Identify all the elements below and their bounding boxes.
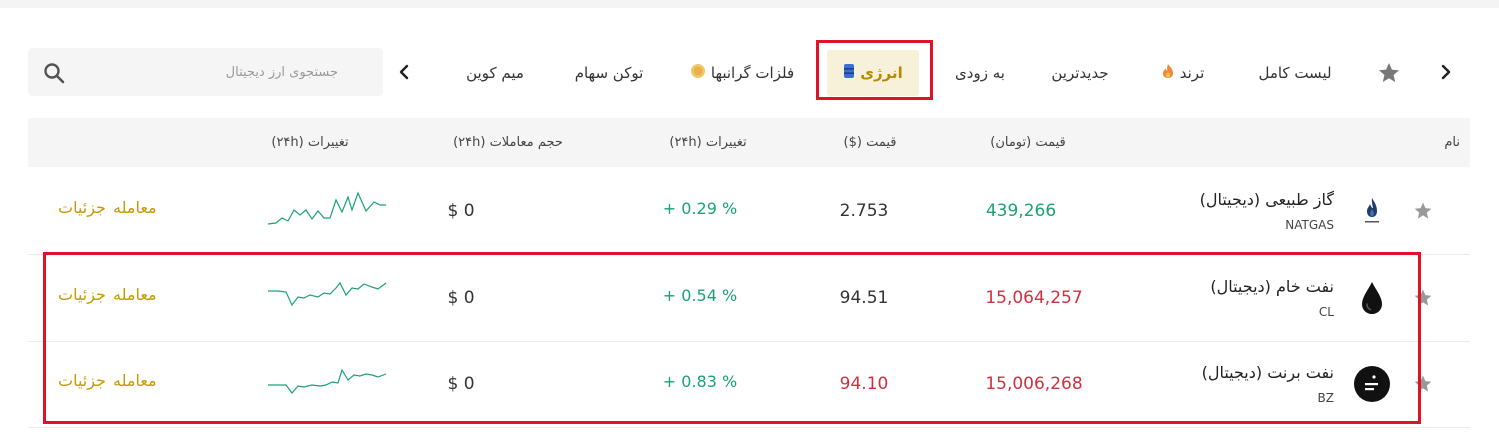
chevron-left-icon[interactable]	[390, 58, 418, 86]
details-button[interactable]: جزئیات	[58, 198, 106, 217]
sparkline-chart	[268, 361, 388, 405]
tab-newest[interactable]: جدیدترین	[1036, 50, 1124, 96]
asset-name: نفت برنت (دیجیتال)	[1201, 363, 1334, 382]
header-price-toman: قیمت (تومان)	[990, 135, 1066, 150]
asset-symbol: CL	[1318, 305, 1334, 319]
asset-name: نفت خام (دیجیتال)	[1210, 277, 1334, 296]
volume-24h: $ 0	[447, 374, 475, 394]
sparkline-chart	[268, 275, 388, 319]
search-input[interactable]	[48, 64, 338, 80]
brent-oil-logo-icon	[1354, 366, 1390, 402]
table-row[interactable]: گاز طبیعی (دیجیتال) NATGAS 439,266 2.753…	[28, 168, 1470, 255]
tab-energy[interactable]: انرژی	[827, 50, 919, 96]
tab-label: فلزات گرانبها	[710, 64, 795, 82]
details-button[interactable]: جزئیات	[58, 285, 106, 304]
table-row[interactable]: نفت خام (دیجیتال) CL 15,064,257 94.51 + …	[28, 255, 1470, 342]
tab-trend[interactable]: ترند	[1145, 50, 1220, 96]
fire-icon	[1161, 63, 1175, 83]
asset-symbol: NATGAS	[1285, 218, 1334, 232]
star-icon[interactable]	[1413, 288, 1433, 308]
asset-name: گاز طبیعی (دیجیتال)	[1199, 190, 1334, 209]
favorites-star-icon[interactable]	[1372, 56, 1406, 90]
tab-label: میم کوین	[466, 64, 524, 82]
header-volume-24h: حجم معاملات (۲۴h)	[453, 135, 563, 150]
tab-coming-soon[interactable]: به زودی	[940, 50, 1020, 96]
change-24h: + 0.54 %	[662, 286, 738, 305]
trade-button[interactable]: معامله	[113, 371, 157, 390]
header-change-24h: تغییرات (۲۴h)	[669, 135, 747, 150]
tab-label: به زودی	[955, 64, 1005, 82]
volume-24h: $ 0	[447, 288, 475, 308]
price-usd: 94.51	[839, 288, 889, 308]
tab-meme-coin[interactable]: میم کوین	[452, 50, 538, 96]
tab-label: جدیدترین	[1051, 64, 1109, 82]
search-box[interactable]	[28, 48, 383, 96]
trade-button[interactable]: معامله	[113, 198, 157, 217]
tab-stock-tokens[interactable]: توکن سهام	[560, 50, 658, 96]
tab-label: انرژی	[860, 64, 903, 82]
oil-barrel-icon	[843, 63, 855, 83]
gold-coin-icon	[690, 63, 706, 83]
table-header: نام قیمت (تومان) قیمت ($) تغییرات (۲۴h) …	[28, 118, 1470, 167]
price-toman: 439,266	[985, 201, 1057, 221]
tab-label: لیست کامل	[1258, 64, 1332, 82]
header-chart-24h: تغییرات (۲۴h)	[271, 135, 349, 150]
change-24h: + 0.29 %	[662, 199, 738, 218]
details-button[interactable]: جزئیات	[58, 371, 106, 390]
header-name: نام	[1444, 135, 1460, 150]
tab-label: ترند	[1179, 64, 1205, 82]
tab-full-list[interactable]: لیست کامل	[1240, 50, 1350, 96]
tab-label: توکن سهام	[574, 64, 644, 82]
top-bar	[0, 0, 1499, 8]
price-toman: 15,064,257	[985, 288, 1083, 308]
chevron-right-icon[interactable]	[1432, 58, 1460, 86]
header-price-usd: قیمت ($)	[843, 135, 897, 150]
tab-precious-metals[interactable]: فلزات گرانبها	[678, 50, 806, 96]
oil-drop-icon	[1354, 280, 1390, 316]
trade-button[interactable]: معامله	[113, 285, 157, 304]
star-icon[interactable]	[1413, 374, 1433, 394]
natgas-logo-icon	[1354, 193, 1390, 229]
star-icon[interactable]	[1413, 201, 1433, 221]
table-row[interactable]: نفت برنت (دیجیتال) BZ 15,006,268 94.10 +…	[28, 341, 1470, 428]
search-icon[interactable]	[42, 61, 66, 89]
sparkline-chart	[267, 188, 388, 232]
price-usd: 94.10	[839, 374, 889, 394]
price-usd: 2.753	[839, 201, 889, 221]
asset-symbol: BZ	[1317, 391, 1334, 405]
price-toman: 15,006,268	[985, 374, 1083, 394]
change-24h: + 0.83 %	[662, 372, 738, 391]
volume-24h: $ 0	[447, 201, 475, 221]
